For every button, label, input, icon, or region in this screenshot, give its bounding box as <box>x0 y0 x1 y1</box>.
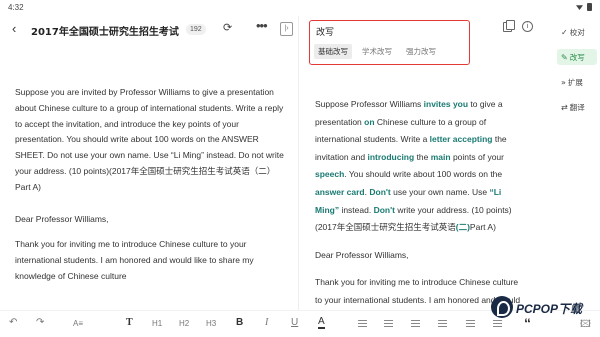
rewritten-text-body[interactable]: Suppose Professor Williams invites you t… <box>315 96 527 310</box>
undo-icon[interactable]: ↶ <box>9 317 17 328</box>
sidebar-item-label: 翻译 <box>569 102 585 112</box>
sidebar-item[interactable]: ⇄ 翻译 <box>557 99 597 115</box>
sidebar-item-label: 校对 <box>569 27 585 37</box>
changed-phrase[interactable]: letter accepting <box>430 134 493 144</box>
heading3-button[interactable]: H3 <box>206 319 216 328</box>
underline-button[interactable]: U <box>291 317 298 328</box>
rewrite-tab[interactable]: 基础改写 <box>314 44 352 59</box>
collapse-panel-icon[interactable]: |› <box>280 22 293 36</box>
rewrite-tab[interactable]: 学术改写 <box>358 44 396 59</box>
rewrite-tab[interactable]: 强力改写 <box>402 44 440 59</box>
watermark-text: PCPOP下载 <box>516 302 583 316</box>
text-run: use your own name. Use <box>390 186 490 197</box>
sidebar-item[interactable]: ✎ 改写 <box>557 49 597 65</box>
original-paragraph: Dear Professor Williams, <box>15 213 109 224</box>
text-run: Suppose Professor Williams <box>315 99 424 109</box>
text-color-button[interactable]: A <box>318 317 325 329</box>
text-style-button[interactable]: T <box>126 317 133 328</box>
battery-icon <box>587 3 592 11</box>
original-text-body[interactable]: Suppose you are invited by Professor Wil… <box>15 85 287 301</box>
bullet-list-icon[interactable] <box>358 320 367 328</box>
info-icon[interactable]: i <box>522 21 533 32</box>
status-time: 4:32 <box>8 3 24 12</box>
sync-icon[interactable]: ⟳ <box>223 21 232 34</box>
pcpop-watermark: PCPOP下载 <box>489 294 600 337</box>
paragraph-style-icon[interactable]: A≡ <box>73 319 83 328</box>
changed-phrase[interactable]: main <box>431 152 451 162</box>
rewrite-mode-box: 改写 基础改写 学术改写 强力改写 <box>309 20 470 65</box>
original-text-panel: ‹ 2017年全国硕士研究生招生考试 192 ⟳ ••• |› Suppose … <box>0 16 297 310</box>
rewritten-paragraph: Suppose Professor Williams invites you t… <box>315 96 527 237</box>
rewrite-title: 改写 <box>316 28 335 38</box>
sidebar-item[interactable]: ✓ 校对 <box>557 24 597 40</box>
word-count-badge: 192 <box>186 24 206 35</box>
align-left-icon[interactable] <box>411 320 420 328</box>
text-run: Part A) <box>469 222 496 233</box>
system-icons <box>576 3 592 11</box>
heading1-button[interactable]: H1 <box>152 319 162 328</box>
changed-phrase[interactable]: speech <box>315 169 344 179</box>
changed-phrase[interactable]: Don't <box>369 187 390 197</box>
changed-phrase[interactable]: on <box>364 117 374 127</box>
more-options-icon[interactable]: ••• <box>256 18 268 33</box>
changed-phrase[interactable]: invites you <box>424 99 468 109</box>
sidebar-item-label: 改写 <box>569 52 585 62</box>
text-run: the <box>414 151 431 162</box>
sidebar-item-icon: ✓ <box>561 27 568 37</box>
sidebar-item-icon: ✎ <box>561 52 568 62</box>
align-right-icon[interactable] <box>466 320 475 328</box>
changed-phrase[interactable]: (二) <box>456 222 470 232</box>
rewrite-panel: 改写 基础改写 学术改写 强力改写 i Suppose Professor Will… <box>299 16 553 310</box>
text-run: . You should write about 100 words on th… <box>344 169 503 180</box>
document-title: 2017年全国硕士研究生招生考试 <box>31 27 179 38</box>
changed-phrase[interactable]: answer card <box>315 187 365 197</box>
status-bar: 4:32 <box>0 0 600 16</box>
original-paragraph: Suppose you are invited by Professor Wil… <box>15 87 284 192</box>
numbered-list-icon[interactable] <box>384 320 393 328</box>
back-arrow-icon[interactable]: ‹ <box>12 21 16 36</box>
ai-tools-sidebar: ✓ 校对 ✎ 改写 » 扩展 ⇄ 翻译 <box>553 16 600 310</box>
document-header: ‹ 2017年全国硕士研究生招生考试 192 ⟳ ••• |› <box>0 16 297 42</box>
changed-phrase[interactable]: introducing <box>367 152 414 162</box>
heading2-button[interactable]: H2 <box>179 319 189 328</box>
redo-icon[interactable]: ↷ <box>36 317 44 328</box>
text-run: instead. <box>339 204 374 215</box>
sidebar-item-icon: ⇄ <box>561 102 568 112</box>
text-run: points of your <box>450 151 504 162</box>
rewrite-mode-tabs: 基础改写 学术改写 强力改写 <box>314 44 440 59</box>
pcpop-logo-icon <box>491 296 513 318</box>
italic-button[interactable]: I <box>265 317 268 328</box>
copy-icon[interactable] <box>503 20 515 32</box>
changed-phrase[interactable]: Don't <box>374 205 395 215</box>
wifi-icon <box>576 5 583 10</box>
align-center-icon[interactable] <box>438 320 447 328</box>
sidebar-item[interactable]: » 扩展 <box>557 74 597 90</box>
bold-button[interactable]: B <box>236 317 243 328</box>
rewritten-paragraph: Dear Professor Williams, <box>315 249 409 260</box>
original-paragraph: Thank you for inviting me to introduce C… <box>15 239 254 281</box>
sidebar-item-icon: » <box>561 77 566 87</box>
sidebar-item-label: 扩展 <box>567 77 583 87</box>
